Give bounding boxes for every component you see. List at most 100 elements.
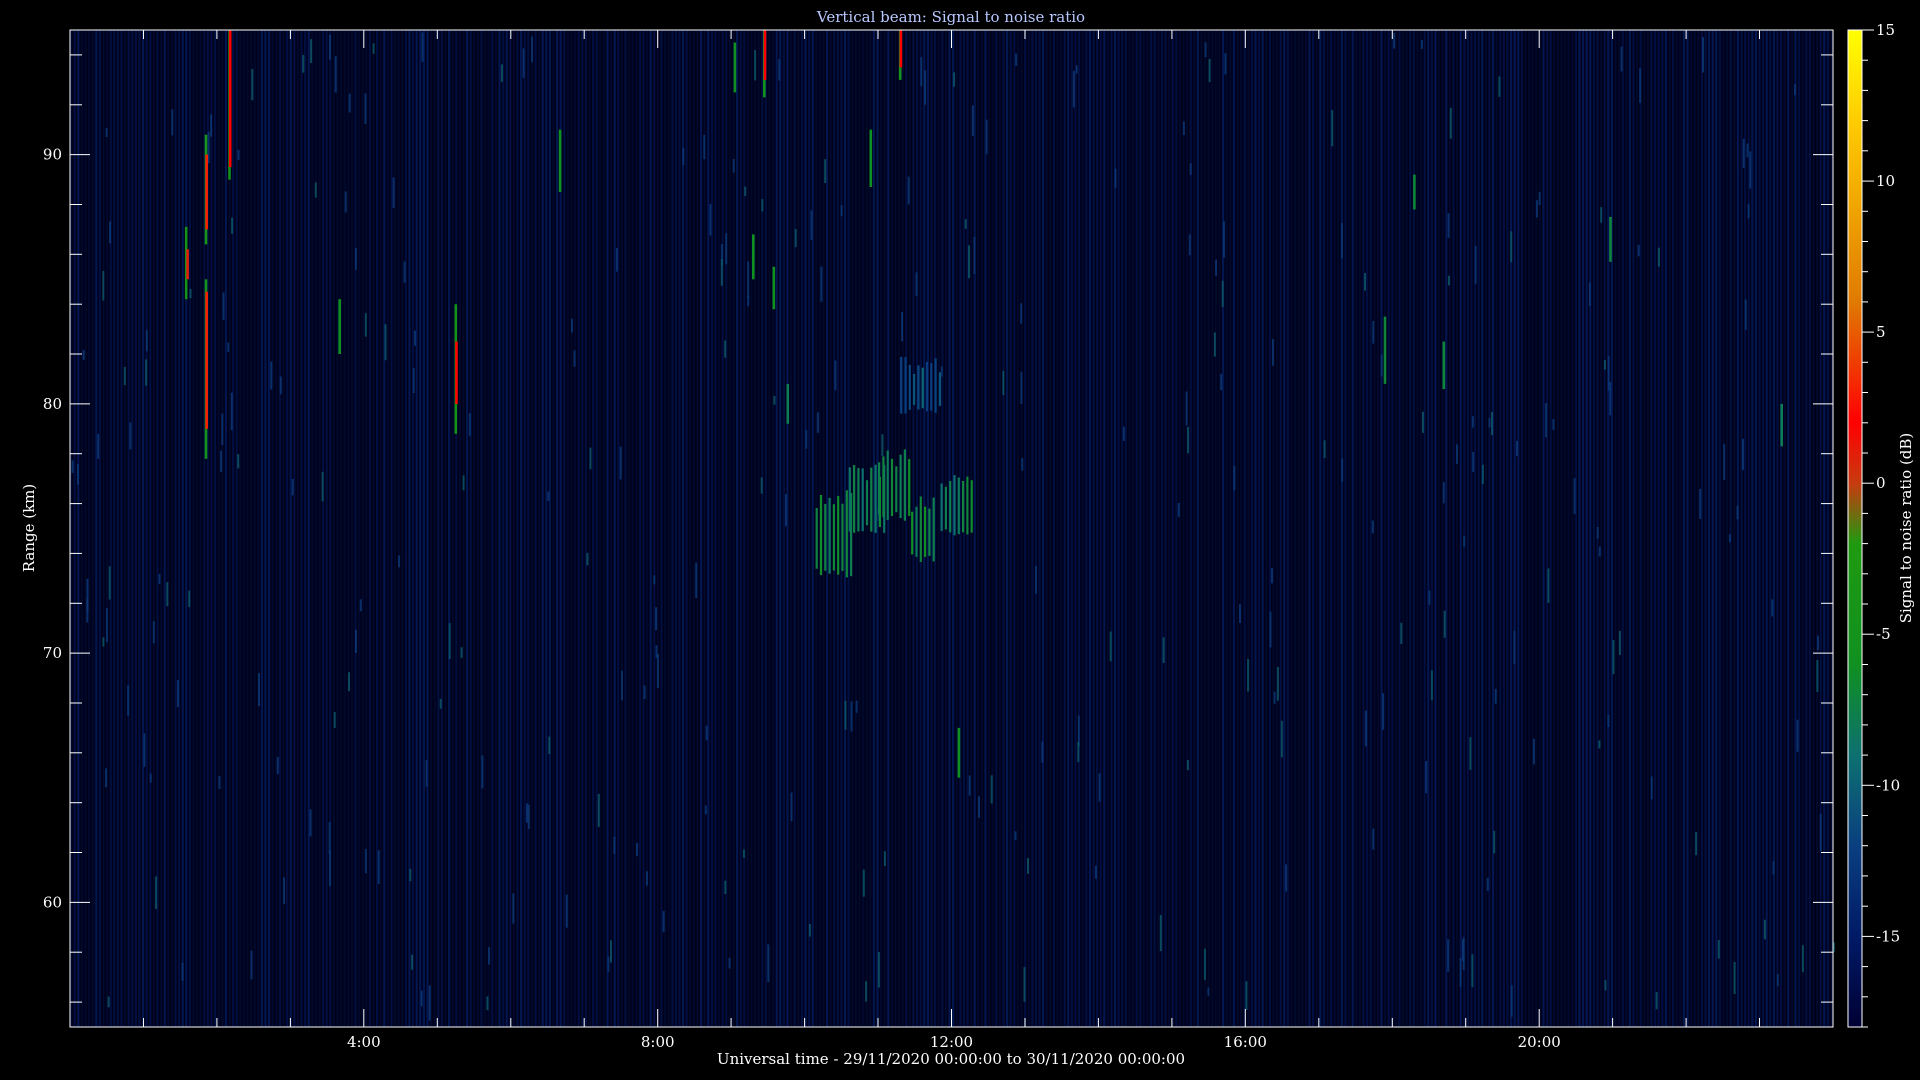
noise-column: [386, 30, 389, 1027]
noise-speck: [1491, 412, 1493, 436]
noise-speck: [1702, 37, 1704, 73]
echo-cluster-column: [845, 490, 848, 578]
noise-column: [404, 30, 407, 1027]
noise-speck: [1420, 40, 1423, 49]
noise-speck: [850, 701, 853, 732]
noise-column: [1736, 30, 1739, 1027]
noise-speck: [384, 324, 387, 361]
noise-speck: [1035, 566, 1037, 594]
noise-speck: [1247, 659, 1250, 692]
y-tick-label: 70: [43, 644, 62, 662]
noise-column: [246, 30, 249, 1027]
noise-column: [1769, 30, 1772, 1027]
noise-column: [1776, 30, 1779, 1027]
noise-speck: [1603, 360, 1606, 370]
noise-column: [1200, 30, 1203, 1027]
echo-cluster-column: [895, 466, 898, 513]
noise-column: [1265, 30, 1268, 1027]
noise-speck: [155, 876, 158, 909]
noise-column: [1639, 30, 1642, 1027]
noise-speck: [108, 566, 111, 600]
colorbar-tick-label: 5: [1876, 323, 1886, 341]
noise-column: [484, 30, 487, 1027]
noise-column: [1783, 30, 1786, 1027]
noise-column: [1106, 30, 1109, 1027]
noise-speck: [855, 700, 858, 713]
noise-column: [1164, 30, 1167, 1027]
noise-speck: [877, 952, 880, 988]
noise-column: [1225, 30, 1228, 1027]
noise-column: [1452, 30, 1455, 1027]
echo-streak: [1413, 174, 1416, 210]
noise-column: [1286, 30, 1289, 1027]
noise-column: [293, 30, 296, 1027]
noise-speck: [695, 562, 698, 599]
noise-speck: [221, 413, 224, 446]
noise-column: [527, 30, 530, 1027]
noise-column: [700, 30, 703, 1027]
noise-column: [1092, 30, 1095, 1027]
noise-speck: [615, 247, 618, 272]
noise-speck: [1077, 715, 1080, 747]
noise-speck: [1208, 59, 1211, 83]
noise-column: [138, 30, 141, 1027]
echo-cluster-column: [886, 450, 889, 521]
noise-speck: [610, 940, 612, 963]
noise-column: [937, 30, 940, 1027]
noise-column: [1697, 30, 1700, 1027]
noise-column: [718, 30, 721, 1027]
noise-speck: [1323, 440, 1326, 458]
noise-column: [1135, 30, 1138, 1027]
noise-speck: [1723, 443, 1726, 481]
noise-column: [77, 30, 80, 1027]
noise-speck: [636, 843, 638, 857]
noise-column: [786, 30, 789, 1027]
noise-column: [422, 30, 425, 1027]
echo-cluster-column: [878, 462, 881, 515]
noise-column: [1312, 30, 1315, 1027]
noise-column: [761, 30, 764, 1027]
noise-speck: [744, 186, 747, 197]
noise-column: [743, 30, 746, 1027]
echo-cluster-column: [900, 356, 903, 414]
noise-column: [419, 30, 422, 1027]
echo-cluster-column: [913, 374, 916, 405]
noise-column: [1081, 30, 1084, 1027]
noise-speck: [1819, 813, 1822, 852]
noise-column: [1024, 30, 1027, 1027]
noise-column: [1355, 30, 1358, 1027]
noise-speck: [181, 962, 184, 981]
noise-column: [930, 30, 933, 1027]
noise-speck: [1021, 458, 1024, 471]
noise-column: [1348, 30, 1351, 1027]
noise-speck: [978, 796, 980, 818]
noise-speck: [421, 32, 424, 62]
noise-speck: [968, 245, 970, 279]
noise-speck: [1598, 546, 1601, 557]
noise-column: [995, 30, 998, 1027]
noise-column: [250, 30, 253, 1027]
noise-column: [116, 30, 119, 1027]
noise-speck: [321, 471, 324, 502]
noise-speck: [1657, 247, 1660, 267]
noise-column: [264, 30, 267, 1027]
noise-column: [1358, 30, 1361, 1027]
noise-column: [142, 30, 145, 1027]
noise-column: [635, 30, 638, 1027]
noise-speck: [1041, 741, 1044, 763]
noise-column: [1603, 30, 1606, 1027]
noise-speck: [778, 59, 781, 81]
noise-speck: [189, 288, 192, 299]
noise-column: [1420, 30, 1423, 1027]
noise-column: [1427, 30, 1430, 1027]
echo-streak: [205, 154, 208, 230]
noise-column: [1668, 30, 1671, 1027]
noise-speck: [1159, 915, 1162, 952]
noise-column: [458, 30, 461, 1027]
noise-speck: [460, 647, 463, 658]
noise-column: [991, 30, 994, 1027]
noise-column: [134, 30, 137, 1027]
noise-column: [1063, 30, 1066, 1027]
noise-speck: [1449, 107, 1452, 139]
noise-column: [1787, 30, 1790, 1027]
